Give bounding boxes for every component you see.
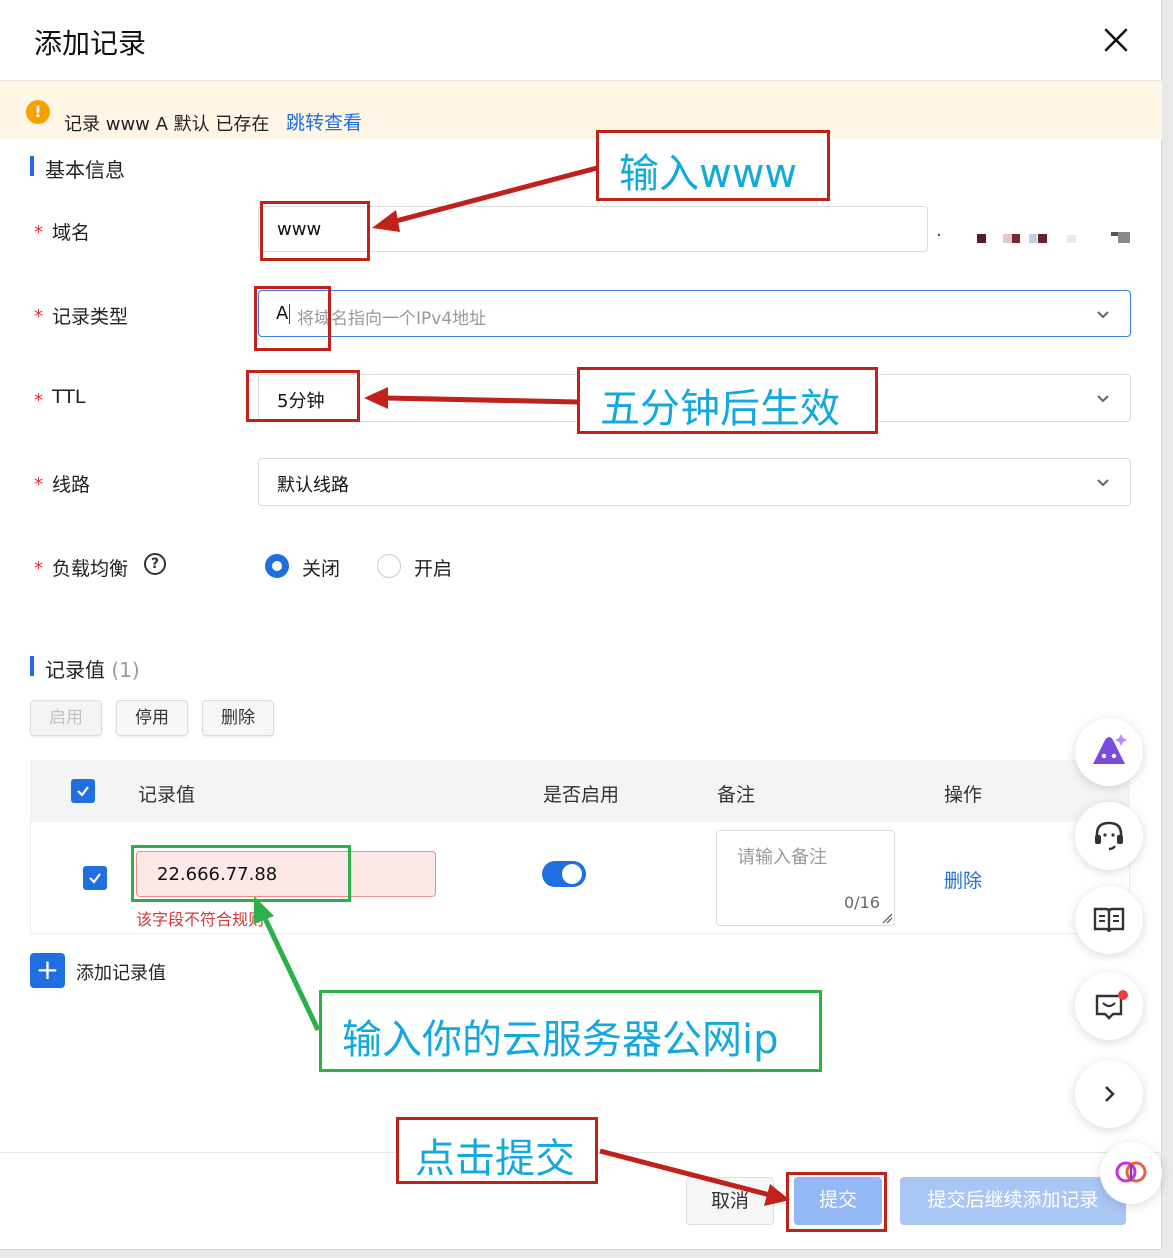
annotation-arrows [254,165,790,1206]
